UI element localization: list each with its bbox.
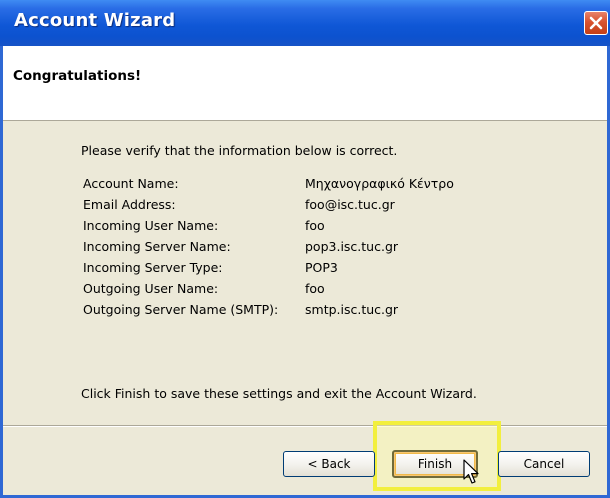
info-value: foo — [305, 281, 325, 296]
title-bar: Account Wizard — [0, 0, 610, 46]
window-title: Account Wizard — [14, 10, 176, 31]
wizard-body: Please verify that the information below… — [3, 121, 607, 421]
info-value: Μηχανογραφικό Κέντρο — [305, 176, 454, 191]
info-value: pop3.isc.tuc.gr — [305, 239, 399, 254]
info-label: Incoming User Name: — [83, 218, 219, 233]
close-button[interactable] — [584, 11, 608, 35]
info-label: Incoming Server Type: — [83, 260, 223, 275]
finish-button[interactable]: Finish — [392, 450, 478, 478]
intro-text: Please verify that the information below… — [81, 143, 398, 158]
info-label: Incoming Server Name: — [83, 239, 231, 254]
info-label: Email Address: — [83, 197, 176, 212]
info-value: smtp.isc.tuc.gr — [305, 302, 399, 317]
info-value: POP3 — [305, 260, 338, 275]
wizard-header: Congratulations! — [3, 46, 607, 121]
info-value: foo@isc.tuc.gr — [305, 197, 395, 212]
back-button[interactable]: < Back — [283, 451, 375, 477]
info-label: Outgoing User Name: — [83, 281, 219, 296]
account-wizard-window: Account Wizard Congratulations! Please v… — [0, 0, 610, 498]
cancel-button[interactable]: Cancel — [498, 451, 590, 477]
page-title: Congratulations! — [13, 68, 142, 84]
info-label: Outgoing Server Name (SMTP): — [83, 302, 279, 317]
info-value: foo — [305, 218, 325, 233]
info-label: Account Name: — [83, 176, 179, 191]
close-icon — [589, 16, 603, 30]
outro-text: Click Finish to save these settings and … — [81, 386, 477, 401]
button-bar-separator — [3, 425, 607, 427]
